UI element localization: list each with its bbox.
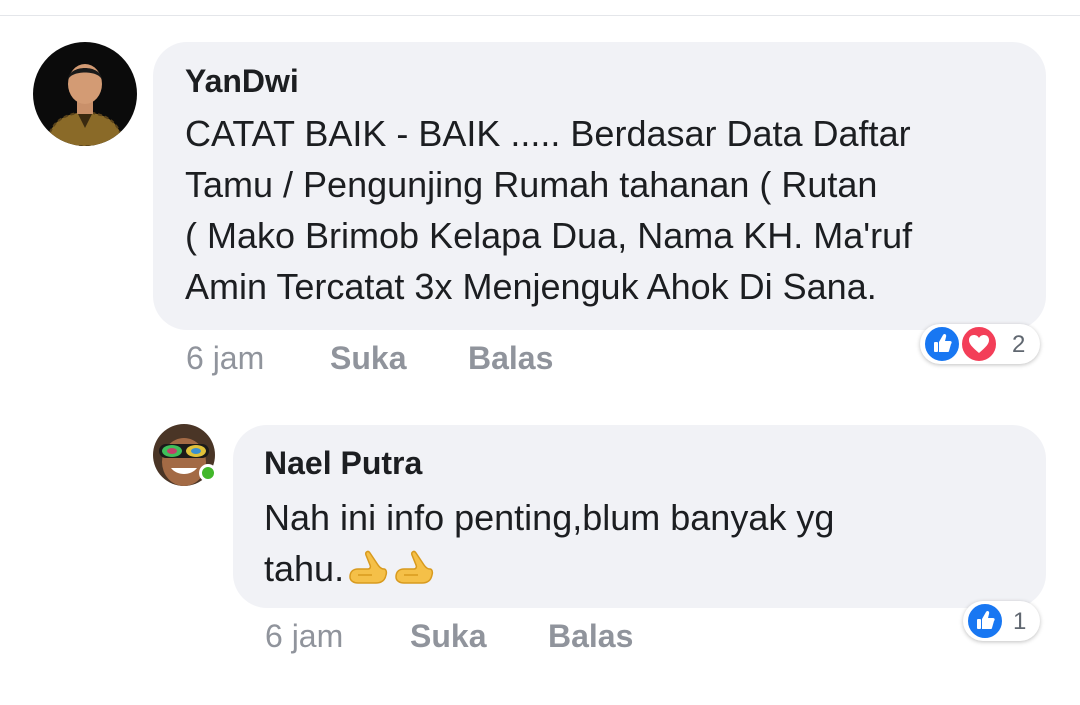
reaction-summary[interactable]: 2 xyxy=(920,324,1040,364)
thumbs-up-icon xyxy=(392,547,436,600)
reply-text-line: tahu. xyxy=(264,543,1034,600)
comment-author[interactable]: YanDwi xyxy=(185,63,299,100)
reply-button[interactable]: Balas xyxy=(468,340,553,377)
reaction-summary[interactable]: 1 xyxy=(963,601,1040,641)
divider xyxy=(0,15,1080,16)
love-icon xyxy=(960,325,998,363)
reply-text-line-text: tahu. xyxy=(264,548,345,589)
reply-text: Nah ini info penting,blum banyak yg tahu… xyxy=(264,492,1034,600)
comment-text-line: CATAT BAIK - BAIK ..... Berdasar Data Da… xyxy=(185,113,911,154)
reply-button[interactable]: Balas xyxy=(548,618,633,655)
like-button[interactable]: Suka xyxy=(410,618,486,655)
like-icon xyxy=(923,325,961,363)
reaction-count: 1 xyxy=(1013,608,1027,635)
comment-text-line: ( Mako Brimob Kelapa Dua, Nama KH. Ma'ru… xyxy=(185,215,913,256)
avatar-yandwi[interactable] xyxy=(33,42,137,146)
reply-text-line: Nah ini info penting,blum banyak yg xyxy=(264,497,835,538)
reply-author[interactable]: Nael Putra xyxy=(264,445,422,482)
reaction-count: 2 xyxy=(1012,331,1026,358)
reply-timestamp: 6 jam xyxy=(265,618,344,654)
comment-text: CATAT BAIK - BAIK ..... Berdasar Data Da… xyxy=(185,108,1035,312)
comment-text-line: Tamu / Pengunjing Rumah tahanan ( Rutan xyxy=(185,164,878,205)
like-icon xyxy=(966,602,1004,640)
comment-timestamp: 6 jam xyxy=(186,340,265,376)
like-button[interactable]: Suka xyxy=(330,340,406,377)
thumbs-up-icon xyxy=(346,547,390,600)
online-status-indicator xyxy=(199,464,217,482)
comment-text-line: Amin Tercatat 3x Menjenguk Ahok Di Sana. xyxy=(185,266,877,307)
